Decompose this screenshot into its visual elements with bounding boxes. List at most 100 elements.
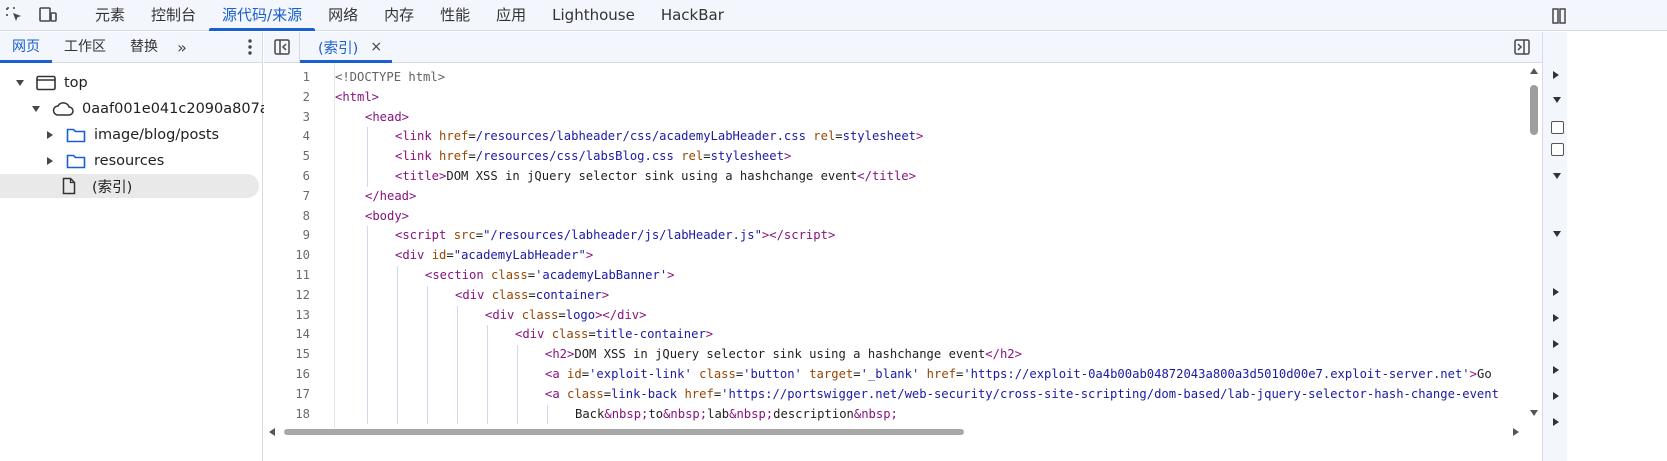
checkbox-pause-uncaught[interactable] bbox=[1551, 121, 1564, 134]
file-icon bbox=[62, 177, 76, 195]
line-number[interactable]: 1 bbox=[270, 70, 310, 84]
indent-guide bbox=[517, 384, 518, 405]
tree-label-index-file: (索引) bbox=[92, 179, 133, 196]
expanded-arrow-icon[interactable] bbox=[1552, 172, 1562, 180]
line-number-gutter[interactable]: 1 2 3 4 5 6 7 8 9 10 11 12 13 14 15 16 17 18 bbox=[264, 63, 318, 428]
tab-7[interactable]: Lighthouse bbox=[539, 0, 648, 31]
tree-node-origin[interactable]: 0aaf001e041c2090a807a... bbox=[30, 97, 283, 121]
line-number[interactable]: 10 bbox=[270, 248, 310, 262]
indent-guide bbox=[367, 305, 368, 326]
devtools-main-tabbar: 元素 控制台 源代码/来源 网络 内存 性能 应用 Lighthouse HackBar bbox=[0, 0, 1667, 31]
code-line: </head> bbox=[365, 188, 417, 203]
collapsed-arrow-icon[interactable] bbox=[44, 129, 56, 141]
indent-guide bbox=[397, 365, 398, 385]
indent-guide bbox=[367, 345, 368, 365]
line-number[interactable]: 18 bbox=[270, 407, 310, 421]
panel-layout-icon[interactable] bbox=[1552, 8, 1566, 28]
tab-overrides[interactable]: 替换 bbox=[118, 32, 170, 63]
tab-6[interactable]: 应用 bbox=[483, 0, 539, 31]
tab-3[interactable]: 网络 bbox=[315, 0, 371, 31]
line-number[interactable]: 9 bbox=[270, 228, 310, 242]
indent-guide bbox=[397, 285, 398, 306]
code-line: <link href=/resources/labheader/css/acad… bbox=[395, 129, 924, 144]
tree-label-folder-posts: image/blog/posts bbox=[94, 127, 220, 143]
line-number[interactable]: 13 bbox=[270, 308, 310, 322]
horizontal-scrollbar[interactable] bbox=[264, 428, 1526, 461]
vertical-scrollbar[interactable] bbox=[1526, 63, 1542, 428]
tree-node-folder-resources[interactable]: resources bbox=[44, 149, 164, 173]
code-editor[interactable]: 1 2 3 4 5 6 7 8 9 10 11 12 13 14 15 16 17 18 <!DOCTYPE ht… bbox=[264, 63, 1526, 428]
expanded-arrow-icon[interactable] bbox=[1552, 230, 1562, 238]
tab-4[interactable]: 内存 bbox=[371, 0, 427, 31]
tab-page[interactable]: 网页 bbox=[0, 32, 52, 63]
code-line: <div class=container> bbox=[455, 287, 610, 302]
code-line: <head> bbox=[365, 109, 410, 124]
indent-guide bbox=[367, 127, 368, 148]
file-tab-label: (索引) bbox=[318, 40, 359, 57]
indent-guide bbox=[427, 345, 428, 365]
toggle-debugger-icon[interactable] bbox=[1514, 39, 1530, 59]
line-number[interactable]: 6 bbox=[270, 169, 310, 183]
line-number[interactable]: 17 bbox=[270, 387, 310, 401]
line-number[interactable]: 14 bbox=[270, 327, 310, 341]
code-line: <a class=link-back href='https://portswi… bbox=[545, 386, 1499, 401]
tab-1[interactable]: 控制台 bbox=[138, 0, 209, 31]
line-number[interactable]: 5 bbox=[270, 149, 310, 163]
collapsed-arrow-icon[interactable] bbox=[1552, 313, 1560, 323]
line-number[interactable]: 16 bbox=[270, 367, 310, 381]
file-tab-index[interactable]: (索引) × bbox=[300, 32, 393, 63]
collapsed-arrow-icon[interactable] bbox=[1552, 339, 1560, 349]
code-line: <!DOCTYPE html> bbox=[335, 70, 446, 84]
tree-node-index-file[interactable]: (索引) bbox=[0, 174, 259, 198]
collapsed-arrow-icon[interactable] bbox=[1552, 70, 1560, 80]
toggle-navigator-icon[interactable] bbox=[264, 31, 300, 63]
tab-8[interactable]: HackBar bbox=[648, 0, 737, 31]
indent-guide bbox=[487, 404, 488, 425]
scroll-down-arrow-icon[interactable] bbox=[1529, 409, 1539, 417]
more-options-icon[interactable] bbox=[248, 39, 252, 59]
scroll-left-arrow-icon[interactable] bbox=[268, 428, 276, 436]
indent-guide bbox=[517, 365, 518, 385]
indent-guide bbox=[367, 246, 368, 266]
code-line: <a id='exploit-link' class='button' targ… bbox=[545, 367, 1492, 381]
checkbox-pause-caught[interactable] bbox=[1551, 143, 1564, 156]
scroll-up-arrow-icon[interactable] bbox=[1529, 67, 1539, 75]
line-number[interactable]: 7 bbox=[270, 189, 310, 203]
line-number[interactable]: 3 bbox=[270, 110, 310, 124]
scroll-right-arrow-icon[interactable] bbox=[1512, 428, 1520, 436]
tab-5[interactable]: 性能 bbox=[427, 0, 483, 31]
expanded-arrow-icon[interactable] bbox=[14, 77, 26, 89]
indent-guide bbox=[367, 167, 368, 187]
vertical-scroll-thumb[interactable] bbox=[1530, 85, 1538, 135]
indent-guide bbox=[367, 365, 368, 385]
tree-node-folder-posts[interactable]: image/blog/posts bbox=[44, 123, 219, 147]
horizontal-scroll-thumb[interactable] bbox=[284, 429, 964, 435]
code-line: <div class=logo></div> bbox=[485, 307, 647, 322]
line-number[interactable]: 4 bbox=[270, 129, 310, 143]
tree-node-top[interactable]: top bbox=[14, 71, 88, 95]
tab-0[interactable]: 元素 bbox=[82, 0, 138, 31]
collapsed-arrow-icon[interactable] bbox=[1552, 365, 1560, 375]
expanded-arrow-icon[interactable] bbox=[30, 103, 42, 115]
collapsed-arrow-icon[interactable] bbox=[1552, 287, 1560, 297]
select-element-icon[interactable] bbox=[0, 0, 28, 31]
indent-guide bbox=[397, 384, 398, 405]
tab-2[interactable]: 源代码/来源 bbox=[209, 0, 316, 31]
indent-guide bbox=[397, 345, 398, 365]
indent-guide bbox=[367, 285, 368, 306]
line-number[interactable]: 11 bbox=[270, 268, 310, 282]
collapsed-arrow-icon[interactable] bbox=[44, 155, 56, 167]
expanded-arrow-icon[interactable] bbox=[1552, 96, 1562, 104]
collapsed-arrow-icon[interactable] bbox=[1552, 391, 1560, 401]
indent-guide bbox=[427, 365, 428, 385]
line-number[interactable]: 15 bbox=[270, 347, 310, 361]
more-tabs-chevron-icon[interactable]: » bbox=[172, 38, 192, 57]
indent-guide bbox=[457, 325, 458, 346]
line-number[interactable]: 2 bbox=[270, 90, 310, 104]
tab-workspace[interactable]: 工作区 bbox=[52, 32, 118, 63]
collapsed-arrow-icon[interactable] bbox=[1552, 417, 1560, 427]
device-toolbar-icon[interactable] bbox=[34, 0, 62, 31]
line-number[interactable]: 8 bbox=[270, 209, 310, 223]
close-tab-icon[interactable]: × bbox=[370, 39, 382, 55]
line-number[interactable]: 12 bbox=[270, 288, 310, 302]
